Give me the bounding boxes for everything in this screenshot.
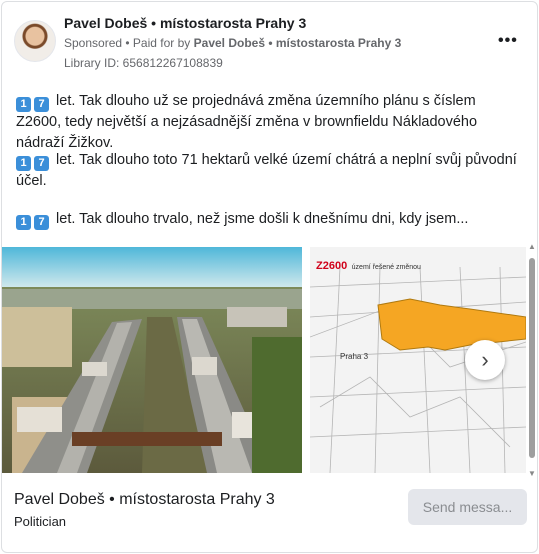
body-paragraph-2: 17 let. Tak dlouho toto 71 hektarů velké… — [16, 150, 521, 192]
library-id: Library ID: 656812267108839 — [64, 56, 223, 70]
more-options-icon[interactable]: ••• — [498, 32, 518, 50]
paragraph-text: let. Tak dlouho trvalo, než jsme došli k… — [56, 211, 469, 227]
keycap-7-icon: 7 — [34, 215, 49, 230]
map-caption: území řešené změnou — [351, 264, 421, 271]
send-message-button[interactable]: Send messa... — [408, 489, 527, 525]
map-title: Z2600 území řešené změnou — [316, 256, 421, 274]
map-code: Z2600 — [316, 260, 348, 272]
advertiser-name[interactable]: Pavel Dobeš • místostarosta Prahy 3 — [64, 15, 306, 31]
scroll-down-arrow-icon[interactable]: ▼ — [528, 469, 536, 478]
ad-card: Pavel Dobeš • místostarosta Prahy 3 Spon… — [1, 1, 538, 553]
paid-prefix: • Paid for by — [125, 36, 191, 50]
aerial-photo-image — [2, 247, 302, 473]
map-district-label: Praha 3 — [340, 352, 369, 361]
keycap-1-icon: 1 — [16, 156, 31, 171]
sponsored-label: Sponsored — [64, 36, 123, 50]
image-carousel: Praha 3 Z2600 území řešené změnou — [2, 245, 526, 473]
keycap-7-icon: 7 — [34, 156, 49, 171]
keycap-1-icon: 1 — [16, 97, 31, 112]
keycap-7-icon: 7 — [34, 97, 49, 112]
carousel-next-button[interactable]: › — [465, 340, 505, 380]
sponsored-line: Sponsored • Paid for by Pavel Dobeš • mí… — [64, 36, 401, 50]
scrollbar-thumb[interactable] — [529, 258, 535, 458]
body-paragraph-1: 17 let. Tak dlouho už se projednává změn… — [16, 91, 521, 154]
footer-page-category: Politician — [14, 514, 67, 529]
keycap-1-icon: 1 — [16, 215, 31, 230]
paid-by-name[interactable]: Pavel Dobeš • místostarosta Prahy 3 — [194, 36, 402, 50]
paragraph-text: let. Tak dlouho už se projednává změna ú… — [16, 93, 478, 151]
paragraph-text: let. Tak dlouho toto 71 hektarů velké úz… — [16, 152, 517, 189]
carousel-slide-aerial-photo[interactable] — [2, 247, 302, 473]
body-paragraph-3: 17 let. Tak dlouho trvalo, než jsme došl… — [16, 209, 521, 230]
chevron-right-icon: › — [481, 347, 489, 372]
avatar[interactable] — [14, 20, 56, 62]
scroll-up-arrow-icon[interactable]: ▲ — [528, 242, 536, 251]
footer-page-name[interactable]: Pavel Dobeš • místostarosta Prahy 3 — [14, 491, 275, 509]
